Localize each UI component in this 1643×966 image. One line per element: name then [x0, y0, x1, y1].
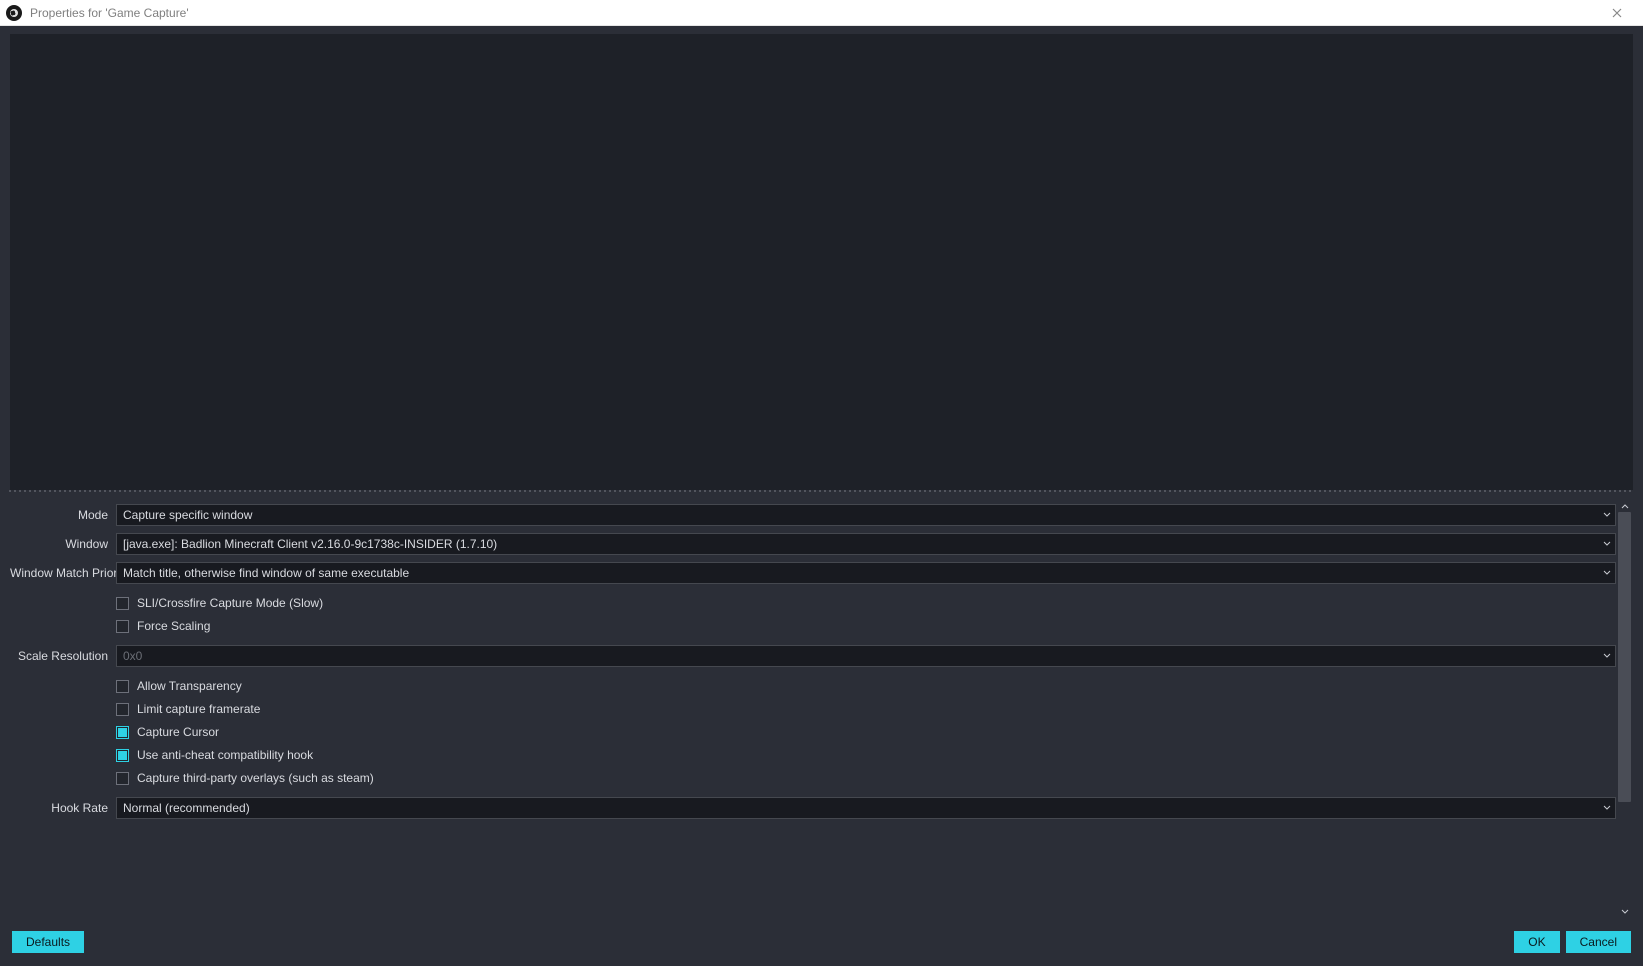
sli-crossfire-label[interactable]: SLI/Crossfire Capture Mode (Slow) [137, 596, 323, 610]
capture-cursor-checkbox[interactable] [116, 726, 129, 739]
anti-cheat-hook-checkbox[interactable] [116, 749, 129, 762]
scrollbar-thumb[interactable] [1618, 512, 1631, 802]
caret-down-icon [1603, 569, 1611, 577]
window-match-priority-value: Match title, otherwise find window of sa… [123, 566, 409, 580]
scroll-up-icon[interactable] [1616, 500, 1633, 512]
window-value: [java.exe]: Badlion Minecraft Client v2.… [123, 537, 497, 551]
scrollbar-track[interactable] [1618, 512, 1631, 906]
scroll-down-icon[interactable] [1616, 906, 1633, 918]
window-label: Window [10, 537, 116, 551]
window-match-priority-label: Window Match Priority [10, 566, 116, 580]
allow-transparency-label[interactable]: Allow Transparency [137, 679, 242, 693]
properties-form: Mode Capture specific window Window [jav… [10, 500, 1633, 918]
limit-capture-framerate-label[interactable]: Limit capture framerate [137, 702, 260, 716]
allow-transparency-checkbox[interactable] [116, 680, 129, 693]
limit-capture-framerate-checkbox[interactable] [116, 703, 129, 716]
dialog-button-bar: Defaults OK Cancel [0, 918, 1643, 966]
cancel-button[interactable]: Cancel [1566, 931, 1631, 953]
defaults-button[interactable]: Defaults [12, 931, 84, 953]
window-title: Properties for 'Game Capture' [30, 6, 189, 20]
capture-cursor-label[interactable]: Capture Cursor [137, 725, 219, 739]
force-scaling-label[interactable]: Force Scaling [137, 619, 210, 633]
form-scrollbar[interactable] [1616, 500, 1633, 918]
scale-resolution-label: Scale Resolution [10, 649, 116, 663]
caret-down-icon [1603, 652, 1611, 660]
close-button[interactable] [1597, 0, 1637, 26]
window-select[interactable]: [java.exe]: Badlion Minecraft Client v2.… [116, 533, 1616, 555]
caret-down-icon [1603, 511, 1611, 519]
scale-resolution-select[interactable]: 0x0 [116, 645, 1616, 667]
splitter[interactable] [9, 490, 1634, 492]
ok-button[interactable]: OK [1514, 931, 1559, 953]
third-party-overlays-checkbox[interactable] [116, 772, 129, 785]
hook-rate-value: Normal (recommended) [123, 801, 250, 815]
preview-area [10, 34, 1633, 490]
sli-crossfire-checkbox[interactable] [116, 597, 129, 610]
obs-logo-icon [6, 5, 22, 21]
mode-select[interactable]: Capture specific window [116, 504, 1616, 526]
window-match-priority-select[interactable]: Match title, otherwise find window of sa… [116, 562, 1616, 584]
mode-label: Mode [10, 508, 116, 522]
titlebar: Properties for 'Game Capture' [0, 0, 1643, 26]
hook-rate-label: Hook Rate [10, 801, 116, 815]
scale-resolution-value: 0x0 [123, 649, 142, 663]
dialog-body: Mode Capture specific window Window [jav… [0, 26, 1643, 966]
hook-rate-select[interactable]: Normal (recommended) [116, 797, 1616, 819]
third-party-overlays-label[interactable]: Capture third-party overlays (such as st… [137, 771, 374, 785]
caret-down-icon [1603, 540, 1611, 548]
caret-down-icon [1603, 804, 1611, 812]
force-scaling-checkbox[interactable] [116, 620, 129, 633]
anti-cheat-hook-label[interactable]: Use anti-cheat compatibility hook [137, 748, 313, 762]
source-preview [10, 34, 1633, 490]
mode-value: Capture specific window [123, 508, 252, 522]
